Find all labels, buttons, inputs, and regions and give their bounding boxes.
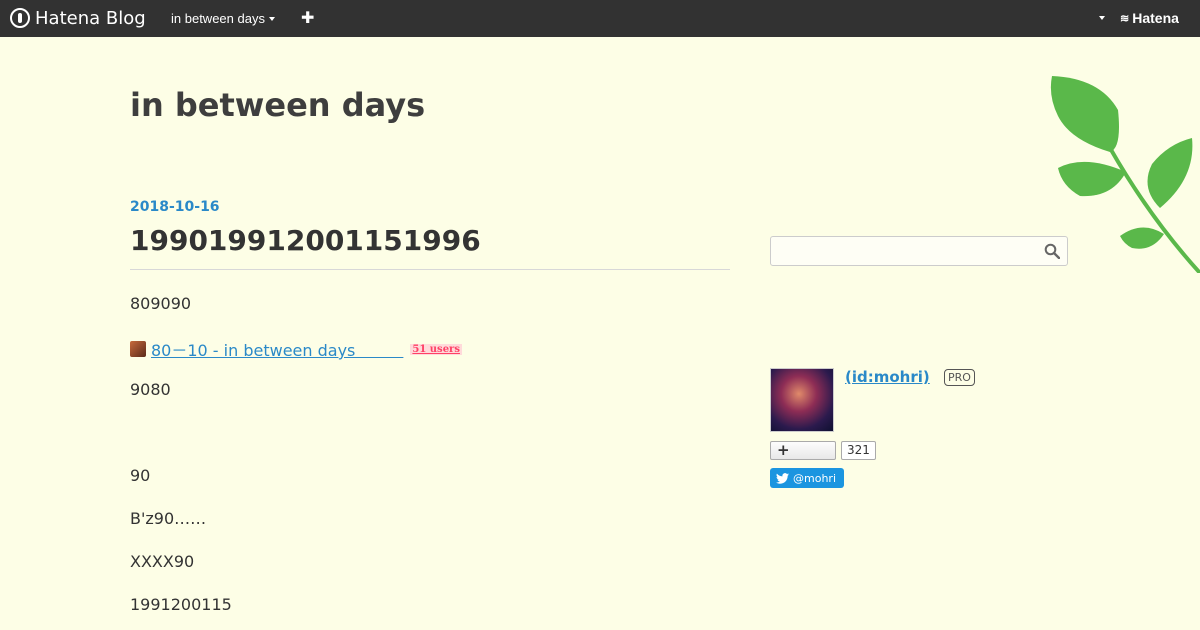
paragraph: 9080 [130, 380, 171, 399]
paragraph: B'z90…… [130, 509, 207, 528]
twitter-bird-icon [776, 472, 789, 484]
paragraph: 809090 [130, 294, 192, 313]
pro-badge: PRO [944, 369, 975, 386]
hatena-blog-logo[interactable]: Hatena Blog [10, 7, 146, 29]
hatena-logo-icon [10, 8, 30, 28]
blog-switcher-label: in between days [171, 11, 265, 26]
search-input[interactable] [770, 236, 1068, 266]
blog-title[interactable]: in between days [130, 86, 425, 124]
logo-text: Hatena Blog [35, 7, 146, 29]
entry-link[interactable]: 80－10 - in between days [151, 337, 403, 361]
entry-divider [130, 269, 730, 270]
profile-name-link[interactable]: (id:mohri) [845, 368, 930, 386]
new-post-button[interactable]: ✚ [301, 8, 314, 27]
hatena-link[interactable]: ≋ Hatena [1120, 10, 1179, 26]
global-header: Hatena Blog in between days ✚ ≋ Hatena [0, 0, 1200, 37]
search-icon[interactable] [1044, 243, 1060, 259]
follower-count: 321 [841, 441, 876, 460]
entry-date[interactable]: 2018-10-16 [130, 199, 220, 215]
hatena-wave-icon: ≋ [1120, 12, 1130, 25]
bookmark-users-badge[interactable]: 51 users [410, 343, 462, 355]
entry-title[interactable]: 199019912001151996 [130, 224, 481, 257]
hatena-label: Hatena [1132, 10, 1179, 26]
paragraph: 1991200115 [130, 595, 232, 614]
plus-icon: + [777, 441, 790, 459]
blog-switcher[interactable]: in between days [171, 11, 275, 26]
avatar[interactable] [770, 368, 834, 432]
chevron-down-icon [268, 16, 275, 21]
paragraph: XXXX90 [130, 552, 195, 571]
embedded-link-card: 80－10 - in between days 51 users [130, 337, 462, 361]
user-menu-caret-icon[interactable] [1099, 16, 1105, 20]
paragraph: 90 [130, 466, 151, 485]
site-favicon-icon [130, 341, 146, 357]
twitter-follow-button[interactable]: @mohri [770, 468, 844, 488]
twitter-handle: @mohri [793, 471, 836, 485]
follow-button[interactable]: + [770, 441, 836, 460]
